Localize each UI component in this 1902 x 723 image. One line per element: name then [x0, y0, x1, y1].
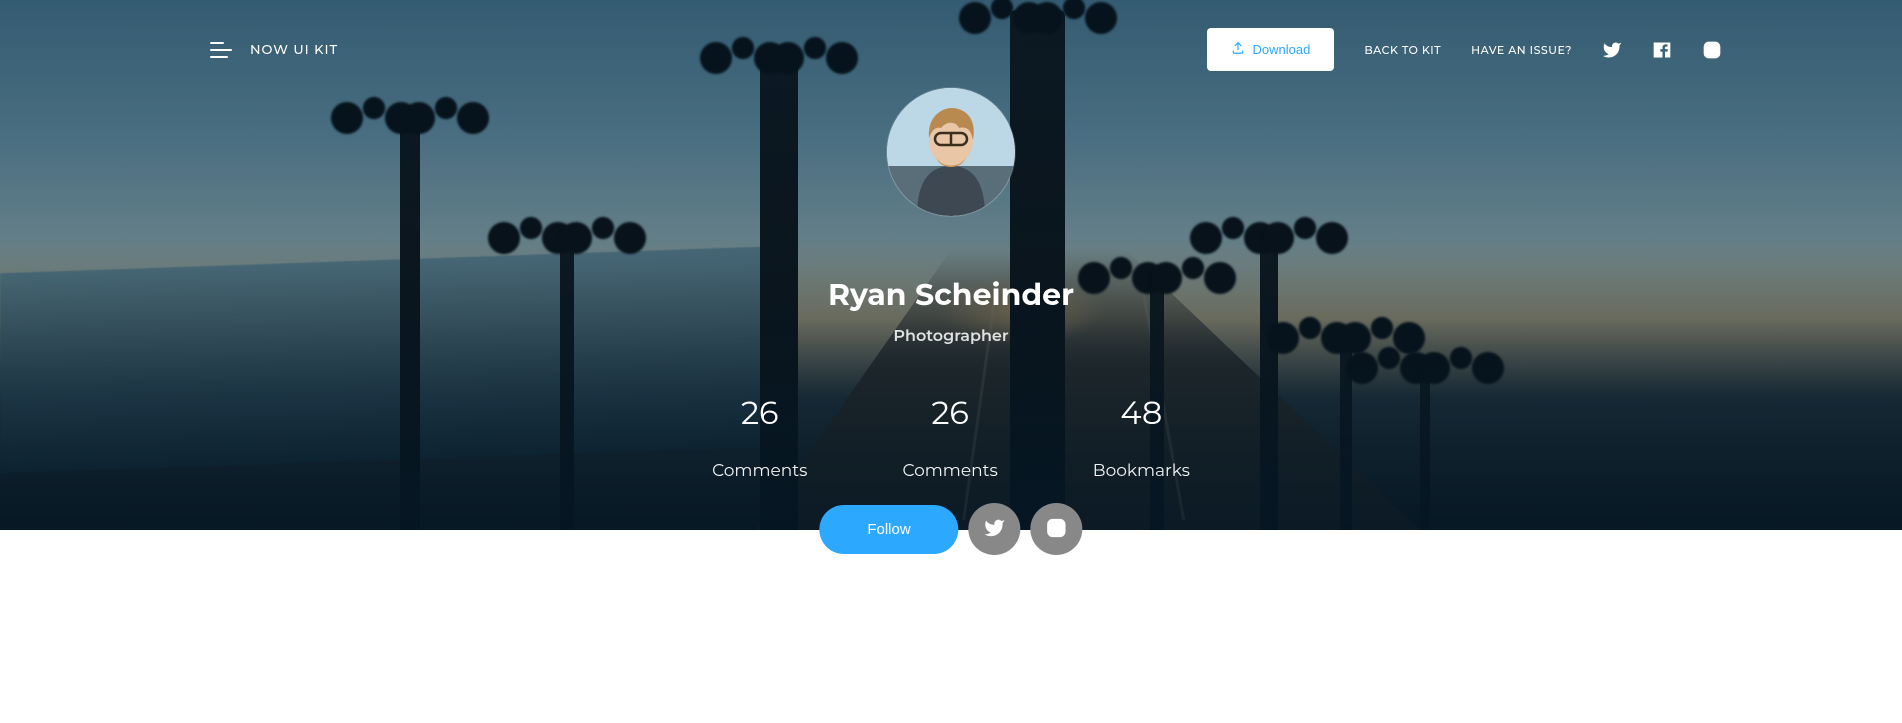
stat-label: Comments	[712, 461, 807, 481]
upload-icon	[1231, 41, 1245, 58]
stat-label: Bookmarks	[1093, 461, 1190, 481]
navbar-left: NOW UI KIT	[210, 42, 338, 58]
profile-role: Photographer	[893, 327, 1008, 346]
profile-name: Ryan Scheinder	[828, 276, 1074, 313]
download-button[interactable]: Download	[1207, 28, 1335, 71]
navbar: NOW UI KIT Download BACK TO KIT HAVE AN …	[0, 0, 1902, 99]
instagram-button[interactable]	[1031, 503, 1083, 555]
instagram-icon[interactable]	[1702, 40, 1722, 60]
profile-hero: NOW UI KIT Download BACK TO KIT HAVE AN …	[0, 0, 1902, 530]
profile-content: Ryan Scheinder Photographer 26 Comments …	[0, 88, 1902, 481]
stat-bookmarks: 48 Bookmarks	[1093, 394, 1190, 481]
facebook-icon[interactable]	[1652, 40, 1672, 60]
nav-back-to-kit[interactable]: BACK TO KIT	[1364, 43, 1441, 57]
stat-value: 26	[712, 394, 807, 433]
twitter-button[interactable]	[969, 503, 1021, 555]
stat-comments-2: 26 Comments	[902, 394, 997, 481]
nav-have-issue[interactable]: HAVE AN ISSUE?	[1471, 43, 1572, 57]
profile-stats: 26 Comments 26 Comments 48 Bookmarks	[712, 394, 1190, 481]
follow-button[interactable]: Follow	[819, 505, 958, 554]
brand[interactable]: NOW UI KIT	[250, 42, 338, 58]
profile-actions: Follow	[819, 503, 1082, 555]
instagram-icon	[1046, 517, 1068, 542]
download-label: Download	[1253, 42, 1311, 57]
menu-icon[interactable]	[210, 42, 232, 58]
page-body	[0, 530, 1902, 723]
avatar	[887, 88, 1015, 216]
twitter-icon	[984, 517, 1006, 542]
stat-value: 26	[902, 394, 997, 433]
navbar-right: Download BACK TO KIT HAVE AN ISSUE?	[1207, 28, 1722, 71]
stat-value: 48	[1093, 394, 1190, 433]
stat-comments-1: 26 Comments	[712, 394, 807, 481]
stat-label: Comments	[902, 461, 997, 481]
twitter-icon[interactable]	[1602, 40, 1622, 60]
